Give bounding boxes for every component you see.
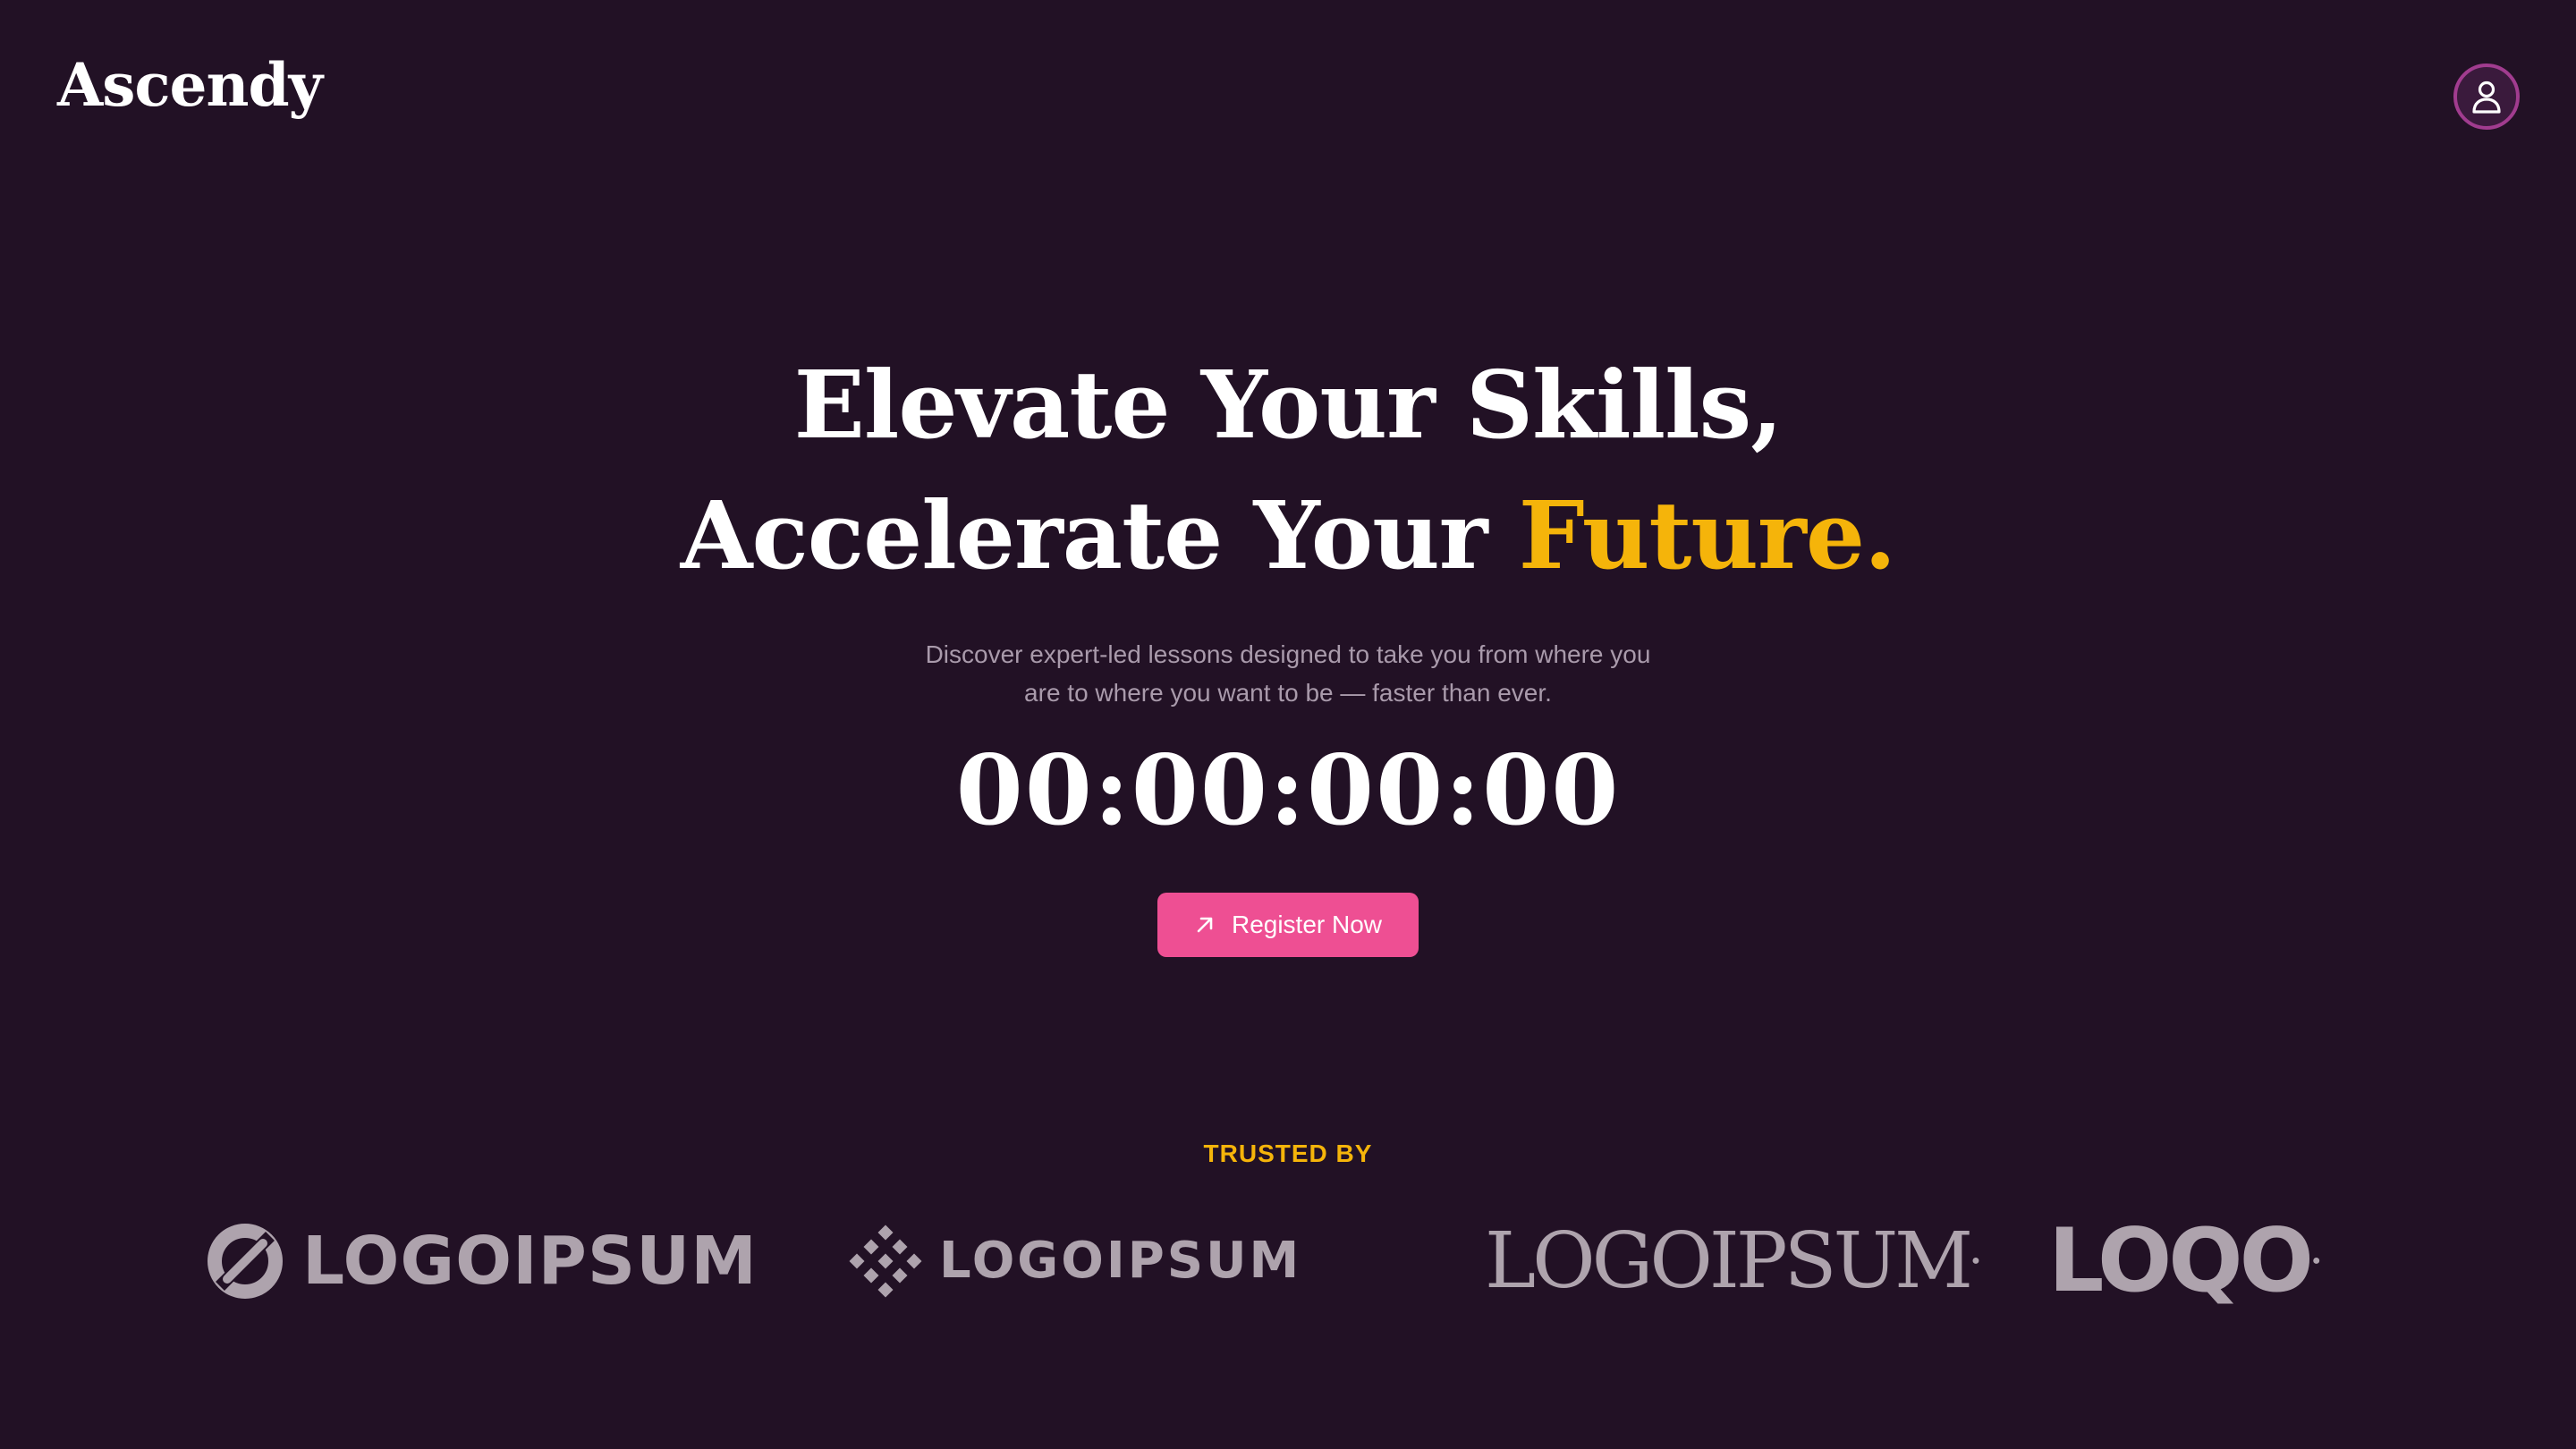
headline-line-2-prefix: Accelerate Your — [680, 480, 1519, 590]
brand-logo[interactable]: Ascendy — [57, 55, 323, 114]
subtitle-line-1: Discover expert-led lessons designed to … — [925, 640, 1651, 668]
trusted-by-heading: TRUSTED BY — [1203, 1140, 1373, 1167]
partner-logo-2-text: LOGOIPSUM — [939, 1232, 1302, 1290]
partner-logos: LOGOIPSUM LOGOIPSUM LOGOIPSUM ● LOQO ● — [0, 1216, 2576, 1306]
profile-button[interactable] — [2453, 64, 2520, 130]
hero-section: Elevate Your Skills, Accelerate Your Fut… — [0, 340, 2576, 844]
register-now-button[interactable]: Register Now — [1157, 893, 1419, 957]
register-now-label: Register Now — [1231, 911, 1383, 938]
hero-subtitle: Discover expert-led lessons designed to … — [903, 635, 1673, 712]
partner-logo-2: LOGOIPSUM — [848, 1216, 1301, 1306]
partner-logo-3-text: LOGOIPSUM — [1485, 1216, 1973, 1306]
registered-mark-icon: ● — [2311, 1253, 2321, 1268]
countdown-timer: 00:00:00:00 — [955, 734, 1621, 847]
diamond-pattern-logo-icon — [849, 1224, 922, 1298]
subtitle-line-2: are to where you want to be — faster tha… — [1024, 679, 1552, 707]
partner-logo-1: LOGOIPSUM — [208, 1216, 758, 1306]
headline-line-1: Elevate Your Skills, — [793, 350, 1784, 460]
partner-logo-3: LOGOIPSUM ● — [1485, 1216, 1980, 1306]
partner-logo-4: LOQO ● — [2048, 1216, 2321, 1306]
partner-logo-1-text: LOGOIPSUM — [302, 1223, 758, 1300]
user-icon — [2472, 80, 2501, 114]
arrow-up-right-icon — [1197, 917, 1213, 933]
circle-slash-logo-icon — [208, 1224, 283, 1299]
hero-headline: Elevate Your Skills, Accelerate Your Fut… — [0, 340, 2576, 601]
headline-accent-word: Future. — [1518, 480, 1896, 590]
registered-mark-icon: ● — [1971, 1253, 1980, 1268]
partner-logo-4-text: LOQO — [2048, 1210, 2314, 1312]
